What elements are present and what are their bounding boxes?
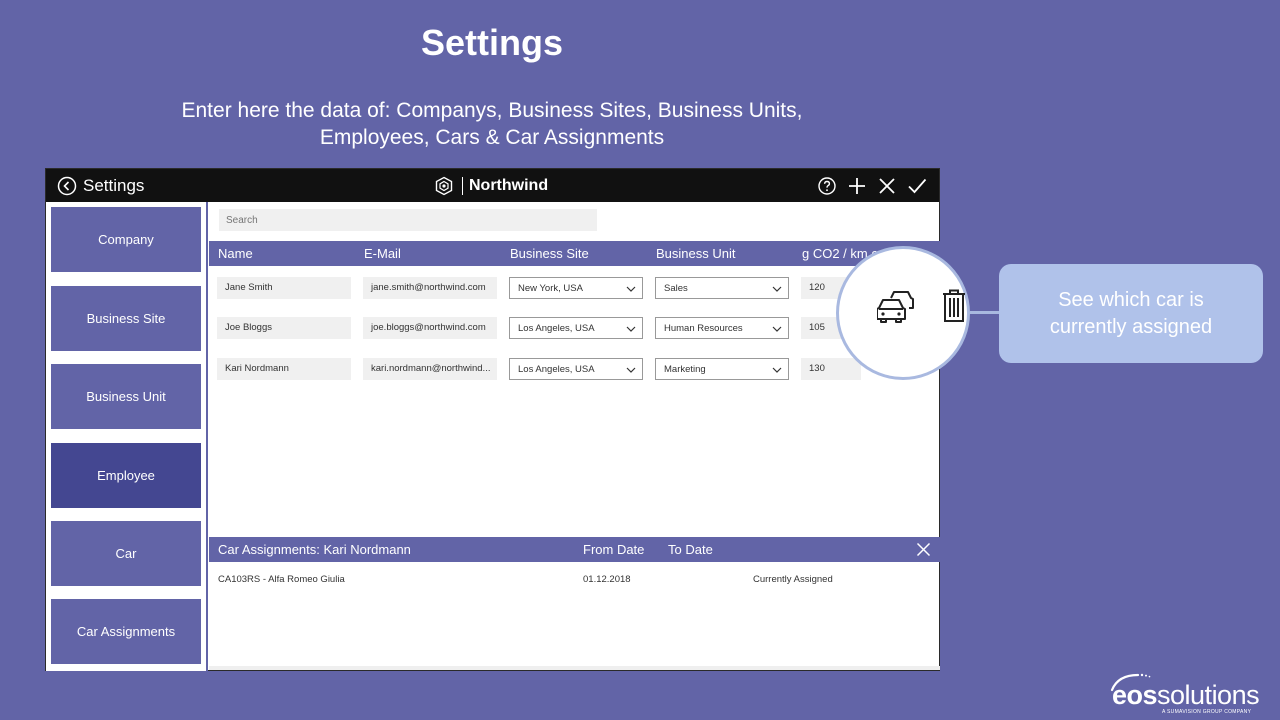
check-icon <box>908 178 927 193</box>
cancel-button[interactable] <box>877 176 897 196</box>
help-button[interactable] <box>817 176 837 196</box>
plus-icon <box>849 177 865 194</box>
bottom-divider <box>209 666 940 670</box>
logo-wordmark-rest: solutions <box>1157 680 1260 710</box>
callout-line-2: currently assigned <box>1049 315 1213 338</box>
northwind-logo-icon <box>435 176 453 195</box>
table-row[interactable]: Kari Nordmann kari.nordmann@northwind...… <box>209 358 940 380</box>
sidebar-item-car[interactable]: Car <box>51 521 201 586</box>
eos-solutions-logo: eossolutions A SUMAVISION GROUP COMPANY <box>1100 672 1275 718</box>
assignment-car: CA103RS - Alfa Romeo Giulia <box>218 574 345 585</box>
chevron-down-icon <box>772 326 782 332</box>
table-row[interactable]: Joe Bloggs joe.bloggs@northwind.com Los … <box>209 317 940 339</box>
name-field[interactable]: Jane Smith <box>217 277 351 299</box>
sidebar-item-label: Business Unit <box>86 389 166 404</box>
chevron-down-icon <box>772 286 782 292</box>
subtitle-line-2: Employees, Cars & Car Assignments <box>319 126 665 149</box>
dropdown-value: Marketing <box>664 364 706 375</box>
sidebar-item-car-assignments[interactable]: Car Assignments <box>51 599 201 664</box>
dropdown-value: Los Angeles, USA <box>518 323 595 334</box>
app-window: Settings Northwind Company Business Site… <box>45 168 940 671</box>
sidebar-item-employee[interactable]: Employee <box>51 443 201 508</box>
chevron-down-icon <box>626 326 636 332</box>
app-topbar: Settings Northwind <box>46 169 939 202</box>
dropdown-value: Los Angeles, USA <box>518 364 595 375</box>
trash-icon[interactable] <box>942 289 966 323</box>
back-arrow-icon <box>57 176 77 195</box>
back-label: Settings <box>83 175 145 195</box>
slide-subtitle: Enter here the data of: Companys, Busine… <box>150 97 834 151</box>
column-header-email[interactable]: E-Mail <box>364 246 401 261</box>
sidebar-item-label: Employee <box>97 468 155 483</box>
sidebar-item-label: Business Site <box>86 311 166 326</box>
top-actions <box>817 169 927 202</box>
sidebar-item-label: Car <box>115 546 137 561</box>
column-header-business-unit[interactable]: Business Unit <box>656 246 735 261</box>
column-header-to-date: To Date <box>668 542 713 557</box>
sidebar-item-company[interactable]: Company <box>51 207 201 272</box>
email-field[interactable]: joe.bloggs@northwind.com <box>363 317 497 339</box>
save-button[interactable] <box>907 176 927 196</box>
grid-header: Name E-Mail Business Site Business Unit … <box>209 241 940 266</box>
sidebar-item-label: Company <box>98 232 154 247</box>
callout-line-1: See which car is <box>1058 288 1204 311</box>
column-header-from-date: From Date <box>583 542 645 557</box>
brand-divider <box>462 176 463 195</box>
car-assignment-icon[interactable] <box>877 289 915 325</box>
sidebar-item-business-site[interactable]: Business Site <box>51 286 201 351</box>
column-header-name[interactable]: Name <box>218 246 253 261</box>
callout-connector <box>970 311 1000 314</box>
assignment-row[interactable]: CA103RS - Alfa Romeo Giulia 01.12.2018 C… <box>209 572 940 588</box>
car-assignments-header: Car Assignments: Kari Nordmann From Date… <box>209 537 940 562</box>
business-site-dropdown[interactable]: Los Angeles, USA <box>509 317 643 339</box>
email-field[interactable]: kari.nordmann@northwind... <box>363 358 497 380</box>
logo-wordmark-bold: eos <box>1112 680 1158 710</box>
chevron-down-icon <box>626 286 636 292</box>
brand-name: Northwind <box>469 176 549 194</box>
sidebar-item-business-unit[interactable]: Business Unit <box>51 364 201 429</box>
business-site-dropdown[interactable]: New York, USA <box>509 277 643 299</box>
chevron-down-icon <box>626 367 636 373</box>
business-unit-dropdown[interactable]: Sales <box>655 277 789 299</box>
logo-wordmark: eossolutions <box>1112 680 1260 711</box>
car-assignments-title: Car Assignments: Kari Nordmann <box>218 542 411 557</box>
dropdown-value: Sales <box>664 283 688 294</box>
close-icon <box>879 177 895 194</box>
close-panel-icon[interactable] <box>916 542 931 557</box>
dropdown-value: New York, USA <box>518 283 583 294</box>
sidebar-item-label: Car Assignments <box>76 624 176 639</box>
search-input[interactable] <box>219 209 597 231</box>
callout-box: See which car is currently assigned <box>999 264 1263 363</box>
name-field[interactable]: Joe Bloggs <box>217 317 351 339</box>
logo-tagline: A SUMAVISION GROUP COMPANY <box>1162 709 1252 715</box>
subtitle-line-1: Enter here the data of: Companys, Busine… <box>181 99 803 122</box>
zoom-magnifier <box>836 246 970 380</box>
assignment-to-date: Currently Assigned <box>753 574 833 585</box>
brand: Northwind <box>434 169 548 202</box>
assignment-from-date: 01.12.2018 <box>583 574 631 585</box>
email-field[interactable]: jane.smith@northwind.com <box>363 277 497 299</box>
name-field[interactable]: Kari Nordmann <box>217 358 351 380</box>
table-row[interactable]: Jane Smith jane.smith@northwind.com New … <box>209 277 940 299</box>
chevron-down-icon <box>772 367 782 373</box>
add-button[interactable] <box>847 176 867 196</box>
business-site-dropdown[interactable]: Los Angeles, USA <box>509 358 643 380</box>
column-header-business-site[interactable]: Business Site <box>510 246 589 261</box>
help-icon <box>818 176 836 195</box>
dropdown-value: Human Resources <box>664 323 743 334</box>
slide-title: Settings <box>420 22 563 63</box>
business-unit-dropdown[interactable]: Human Resources <box>655 317 789 339</box>
co2-field[interactable]: 130 <box>801 358 861 380</box>
back-button[interactable]: Settings <box>57 176 144 196</box>
sidebar: Company Business Site Business Unit Empl… <box>46 202 208 671</box>
business-unit-dropdown[interactable]: Marketing <box>655 358 789 380</box>
